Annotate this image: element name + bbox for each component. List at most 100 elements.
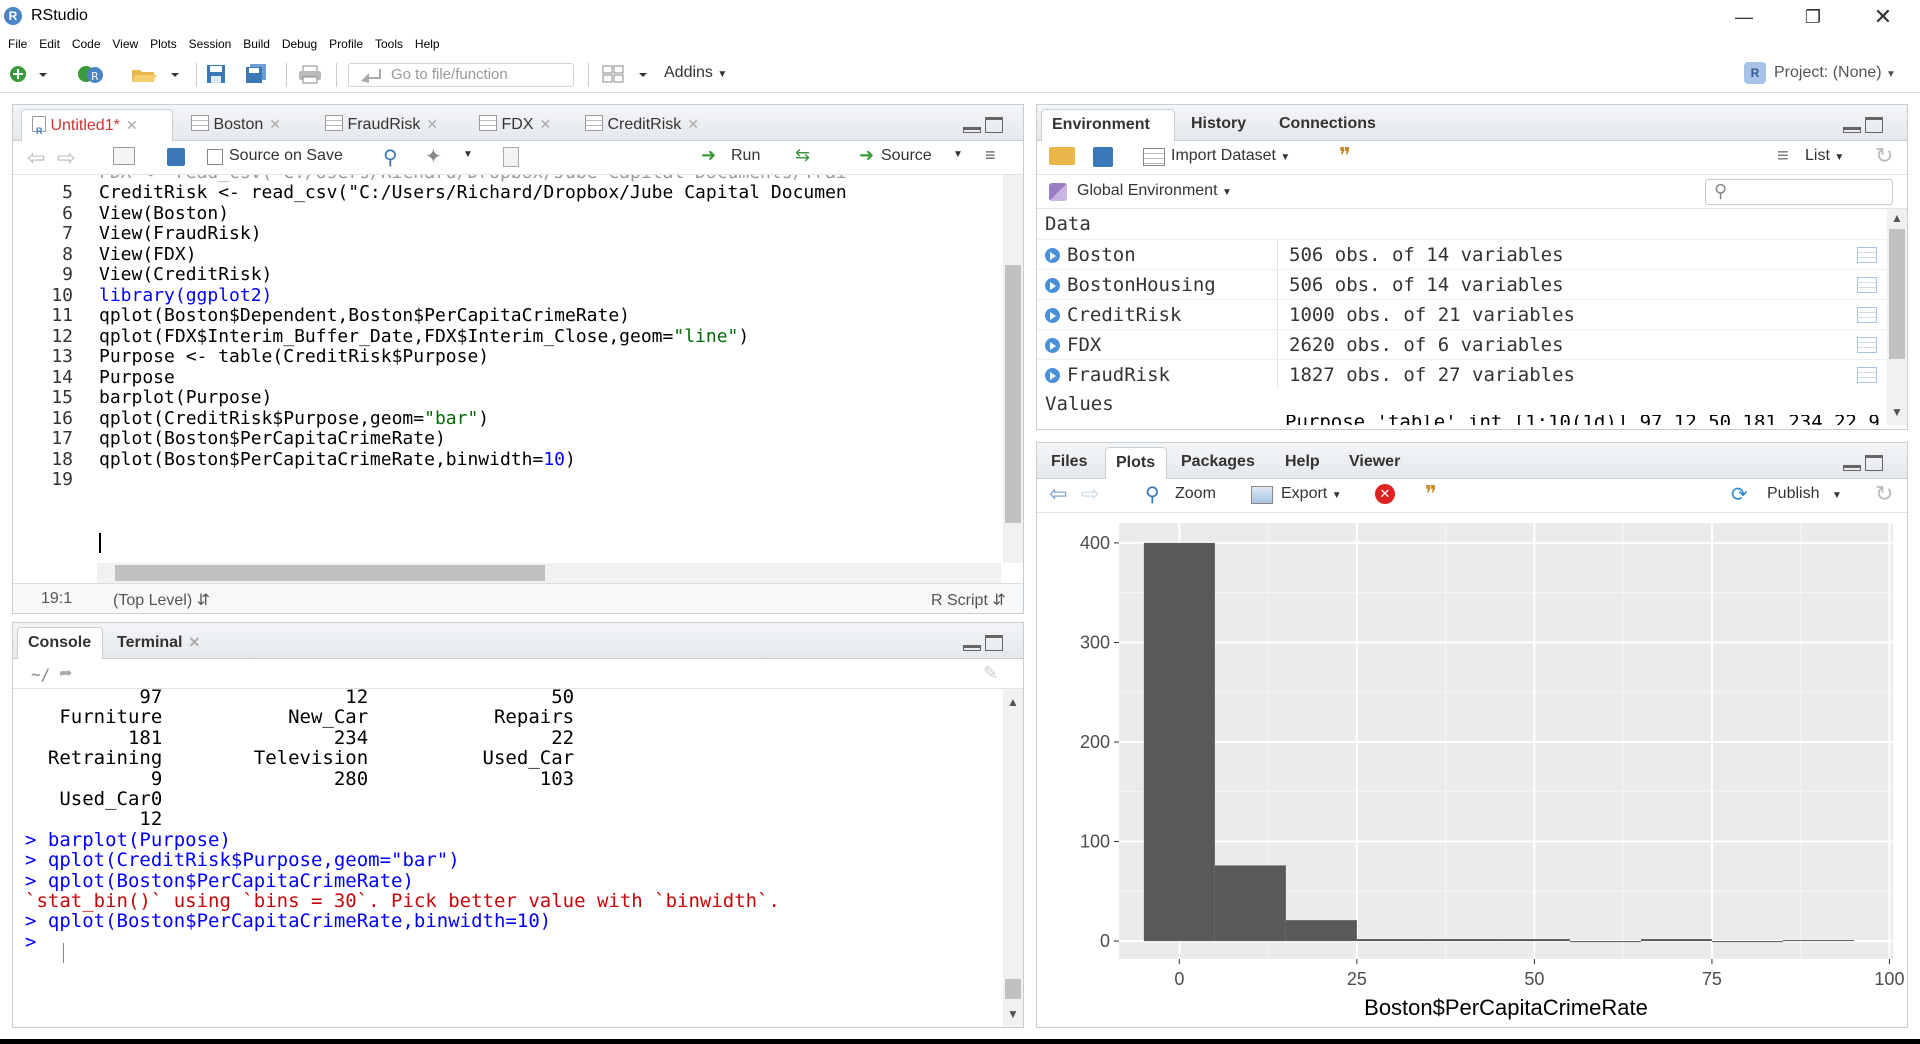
go-to-directory-icon[interactable]: ➦: [59, 663, 72, 683]
close-tab-icon[interactable]: ✕: [426, 116, 438, 132]
menu-file[interactable]: File: [8, 34, 27, 54]
scope-selector[interactable]: (Top Level) ⇵: [113, 590, 210, 610]
pane-layout-icon[interactable]: [602, 64, 626, 84]
open-file-dropdown-icon[interactable]: [168, 64, 182, 84]
expand-object-icon[interactable]: [1045, 338, 1060, 353]
menu-session[interactable]: Session: [189, 34, 232, 54]
tab-files[interactable]: Files: [1041, 447, 1103, 479]
scroll-down-icon[interactable]: ▼: [1891, 405, 1903, 419]
menu-build[interactable]: Build: [243, 34, 270, 54]
save-all-icon[interactable]: [244, 64, 270, 84]
tab-fdx[interactable]: FDX ✕: [469, 109, 569, 141]
scroll-up-icon[interactable]: ▲: [1891, 211, 1903, 225]
tab-connections[interactable]: Connections: [1269, 109, 1393, 141]
env-data-row[interactable]: Boston 506 obs. of 14 variables: [1037, 239, 1887, 270]
refresh-icon[interactable]: ↻: [1875, 143, 1893, 169]
expand-object-icon[interactable]: [1045, 278, 1060, 293]
source-dropdown-icon[interactable]: ▼: [953, 149, 963, 160]
source-on-save-checkbox[interactable]: [207, 149, 223, 165]
view-data-icon[interactable]: [1857, 337, 1877, 353]
rerun-icon[interactable]: ⇆: [795, 145, 810, 166]
minimize-icon[interactable]: —: [1717, 2, 1771, 32]
run-button[interactable]: Run: [731, 147, 760, 165]
view-data-icon[interactable]: [1857, 277, 1877, 293]
load-workspace-icon[interactable]: [1049, 147, 1075, 165]
import-dataset-button[interactable]: Import Dataset ▼: [1171, 147, 1290, 165]
tab-untitled1[interactable]: R Untitled1* ✕: [21, 109, 173, 141]
new-file-icon[interactable]: [8, 64, 30, 84]
tab-viewer[interactable]: Viewer: [1339, 447, 1415, 479]
clear-objects-broom-icon[interactable]: ❞: [1339, 143, 1351, 169]
menu-code[interactable]: Code: [72, 34, 101, 54]
tab-creditrisk[interactable]: CreditRisk ✕: [575, 109, 715, 141]
plots-minimize-maximize[interactable]: [1843, 455, 1887, 473]
code-area[interactable]: FDX <- read_csv("C:/Users/Richard/Dropbo…: [13, 175, 1003, 563]
restore-icon[interactable]: ❐: [1786, 2, 1840, 32]
tab-environment[interactable]: Environment: [1041, 109, 1175, 141]
environment-search-input[interactable]: ⚲: [1705, 179, 1893, 205]
export-dropdown[interactable]: Export ▼: [1281, 485, 1342, 503]
publish-dropdown[interactable]: Publish ▼: [1767, 485, 1842, 503]
code-tools-icon[interactable]: ✦: [425, 144, 442, 169]
editor-minimize-maximize[interactable]: [963, 117, 1007, 135]
tab-history[interactable]: History: [1181, 109, 1265, 141]
compile-report-icon[interactable]: [503, 147, 519, 167]
tab-packages[interactable]: Packages: [1171, 447, 1271, 479]
editor-horizontal-scrollbar[interactable]: [97, 563, 1001, 583]
env-data-row[interactable]: CreditRisk 1000 obs. of 21 variables: [1037, 299, 1887, 330]
view-data-icon[interactable]: [1857, 367, 1877, 383]
close-tab-icon[interactable]: ✕: [269, 116, 281, 132]
console-output[interactable]: 97 12 50 Furniture New_Car Repairs 181 2…: [13, 689, 1003, 1027]
previous-plot-icon[interactable]: ⇦: [1049, 481, 1067, 507]
env-data-row[interactable]: FDX 2620 obs. of 6 variables: [1037, 329, 1887, 360]
source-button[interactable]: Source: [881, 147, 932, 165]
expand-object-icon[interactable]: [1045, 308, 1060, 323]
save-editor-icon[interactable]: [167, 148, 185, 166]
view-data-icon[interactable]: [1857, 307, 1877, 323]
env-data-row[interactable]: FraudRisk 1827 obs. of 27 variables: [1037, 359, 1887, 390]
project-menu[interactable]: Project: (None) ▼: [1774, 64, 1896, 82]
print-icon[interactable]: [298, 64, 324, 84]
scroll-down-icon[interactable]: ▼: [1007, 1007, 1019, 1021]
open-file-icon[interactable]: [130, 64, 158, 84]
close-tab-icon[interactable]: ✕: [189, 634, 201, 650]
tab-terminal[interactable]: Terminal ✕: [107, 627, 217, 659]
editor-horizontal-scroll-thumb[interactable]: [115, 565, 545, 581]
show-in-window-icon[interactable]: [113, 147, 135, 165]
back-icon[interactable]: ⇦: [27, 145, 45, 171]
refresh-plot-icon[interactable]: ↻: [1875, 481, 1893, 507]
menu-help[interactable]: Help: [415, 34, 440, 54]
new-file-dropdown-icon[interactable]: [36, 64, 50, 84]
menu-edit[interactable]: Edit: [39, 34, 60, 54]
close-tab-icon[interactable]: ✕: [126, 117, 138, 133]
goto-file-function-input[interactable]: Go to file/function: [348, 63, 574, 87]
tab-fraudrisk[interactable]: FraudRisk ✕: [315, 109, 463, 141]
code-tools-dropdown-icon[interactable]: ▼: [463, 149, 473, 160]
outline-icon[interactable]: ≡: [985, 145, 996, 166]
console-scroll-thumb[interactable]: [1005, 979, 1021, 999]
menu-profile[interactable]: Profile: [329, 34, 363, 54]
addins-menu[interactable]: Addins ▼: [664, 64, 727, 82]
env-data-row[interactable]: BostonHousing 506 obs. of 14 variables: [1037, 269, 1887, 300]
menu-tools[interactable]: Tools: [375, 34, 403, 54]
search-icon[interactable]: ⚲: [383, 145, 398, 170]
view-mode-dropdown[interactable]: List ▼: [1805, 147, 1844, 165]
environment-minimize-maximize[interactable]: [1843, 117, 1887, 135]
close-tab-icon[interactable]: ✕: [687, 116, 699, 132]
remove-plot-icon[interactable]: ✕: [1375, 484, 1395, 504]
scroll-up-icon[interactable]: ▲: [1007, 695, 1019, 709]
menu-view[interactable]: View: [112, 34, 138, 54]
pane-layout-dropdown-icon[interactable]: [636, 64, 650, 84]
menu-plots[interactable]: Plots: [150, 34, 177, 54]
close-tab-icon[interactable]: ✕: [539, 116, 551, 132]
tab-boston[interactable]: Boston ✕: [181, 109, 309, 141]
file-type-selector[interactable]: R Script ⇵: [931, 590, 1006, 610]
tab-console[interactable]: Console: [17, 627, 103, 659]
clear-plots-broom-icon[interactable]: ❞: [1425, 481, 1437, 507]
environment-scroll-thumb[interactable]: [1889, 229, 1905, 359]
next-plot-icon[interactable]: ⇨: [1081, 481, 1099, 507]
environment-scrollbar[interactable]: ▲ ▼: [1887, 209, 1907, 425]
save-icon[interactable]: [205, 64, 227, 84]
zoom-button[interactable]: Zoom: [1175, 485, 1216, 503]
editor-vertical-scrollbar[interactable]: [1003, 175, 1023, 563]
